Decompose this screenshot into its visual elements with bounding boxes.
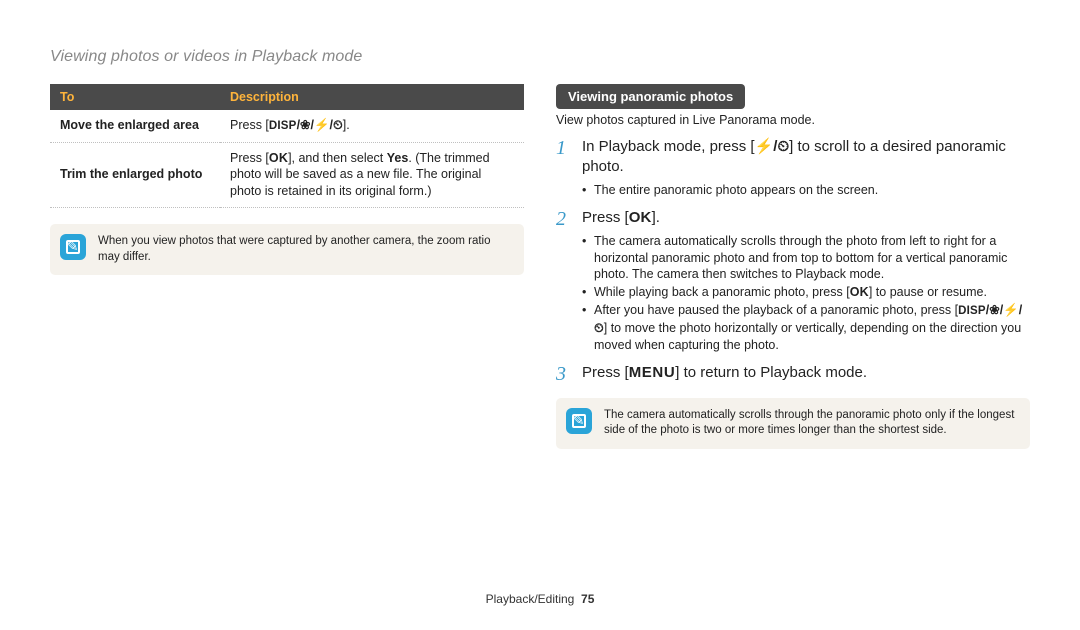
step-1: In Playback mode, press [⚡/⏲] to scroll … — [556, 137, 1030, 198]
page-title: Viewing photos or videos in Playback mod… — [50, 48, 1030, 66]
row-desc: Press [OK], and then select Yes. (The tr… — [220, 142, 524, 208]
text: After you have paused the playback of a … — [594, 303, 958, 317]
ok-key: OK — [269, 150, 288, 167]
ok-key: OK — [850, 284, 869, 301]
page-footer: Playback/Editing 75 — [0, 592, 1080, 606]
section-subtext: View photos captured in Live Panorama mo… — [556, 113, 1030, 127]
menu-key: MENU — [629, 363, 676, 383]
text: ]. — [343, 118, 350, 132]
left-column: To Description Move the enlarged area Pr… — [50, 84, 524, 630]
note-box: The camera automatically scrolls through… — [556, 398, 1030, 449]
disp-key: DISP — [269, 119, 297, 135]
nav-symbols: ⚡/⏲ — [755, 138, 790, 155]
footer-section: Playback/Editing — [486, 592, 575, 606]
step-3: Press [MENU] to return to Playback mode. — [556, 363, 1030, 383]
page-number: 75 — [581, 592, 594, 606]
table-row: Trim the enlarged photo Press [OK], and … — [50, 142, 524, 208]
step-2-sub: The camera automatically scrolls through… — [582, 233, 1030, 284]
step-2-sub: While playing back a panoramic photo, pr… — [582, 284, 1030, 301]
text: ] to move the photo horizontally or vert… — [594, 321, 1021, 352]
ok-key: OK — [629, 208, 652, 228]
text: Press [ — [230, 151, 269, 165]
text: ] to return to Playback mode. — [675, 364, 867, 381]
table-header-description: Description — [220, 84, 524, 110]
note-icon — [60, 234, 86, 260]
text: Press [ — [582, 364, 629, 381]
note-text: The camera automatically scrolls through… — [604, 408, 1018, 439]
note-box: When you view photos that were captured … — [50, 224, 524, 275]
text: ]. — [652, 209, 660, 226]
text: While playing back a panoramic photo, pr… — [594, 285, 850, 299]
disp-key: DISP — [958, 304, 986, 320]
row-to: Trim the enlarged photo — [50, 142, 220, 208]
row-desc: Press [DISP/❀/⚡/⏲]. — [220, 110, 524, 142]
right-column: Viewing panoramic photos View photos cap… — [556, 84, 1030, 630]
table-header-to: To — [50, 84, 220, 110]
text: ], and then select — [288, 151, 387, 165]
note-text: When you view photos that were captured … — [98, 234, 512, 265]
step-2-sub: After you have paused the playback of a … — [582, 302, 1030, 353]
text: Press [ — [230, 118, 269, 132]
actions-table: To Description Move the enlarged area Pr… — [50, 84, 524, 208]
yes-label: Yes — [387, 151, 409, 165]
text: ] to pause or resume. — [869, 285, 987, 299]
note-icon — [566, 408, 592, 434]
step-2: Press [OK]. The camera automatically scr… — [556, 208, 1030, 353]
section-heading: Viewing panoramic photos — [556, 84, 745, 109]
table-row: Move the enlarged area Press [DISP/❀/⚡/⏲… — [50, 110, 524, 142]
text: In Playback mode, press [ — [582, 138, 755, 155]
step-1-sub: The entire panoramic photo appears on th… — [582, 182, 1030, 199]
row-to: Move the enlarged area — [50, 110, 220, 142]
nav-symbols: /❀/⚡/⏲ — [297, 118, 343, 132]
text: Press [ — [582, 209, 629, 226]
steps-list: In Playback mode, press [⚡/⏲] to scroll … — [556, 137, 1030, 384]
